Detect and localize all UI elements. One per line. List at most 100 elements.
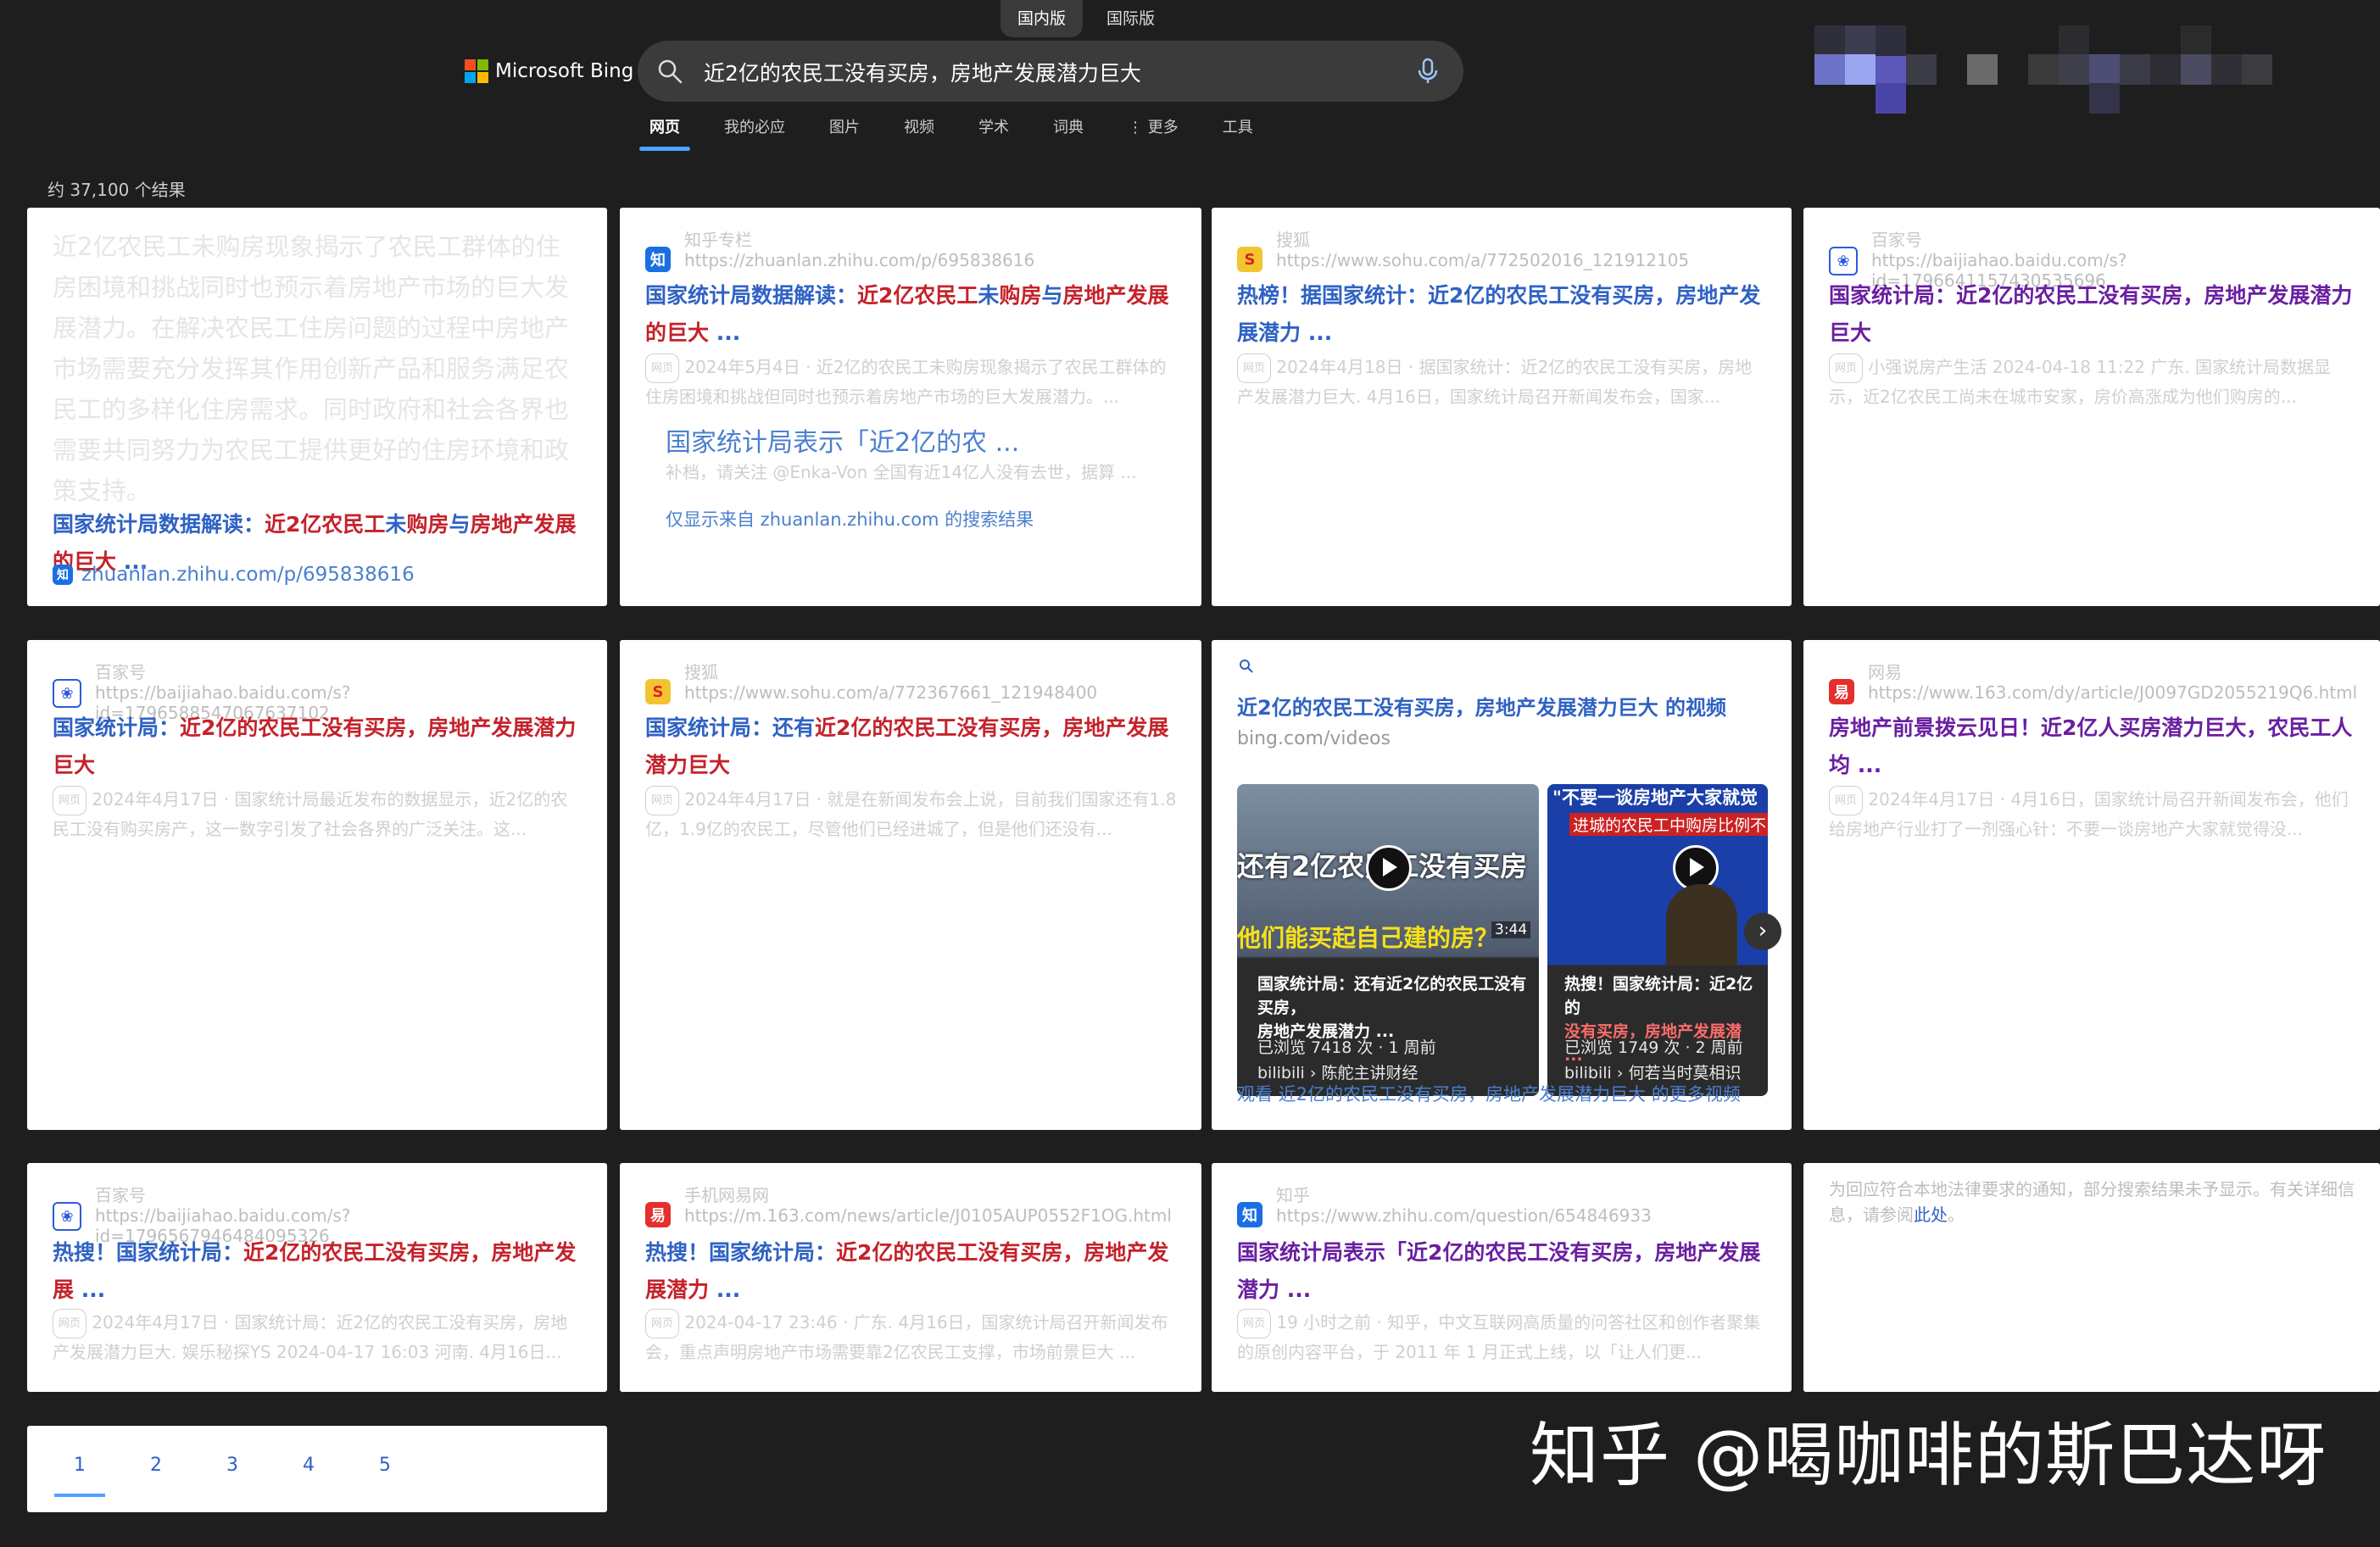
tab-videos[interactable]: 视频 bbox=[882, 109, 956, 154]
page-1[interactable]: 1 bbox=[63, 1455, 97, 1476]
source-url[interactable]: https://zhuanlan.zhihu.com/p/695838616 bbox=[684, 250, 1034, 270]
baidu-paw-icon: ❀ bbox=[53, 1202, 81, 1231]
video-thumbnail-2[interactable]: "不要一谈房地产大家就觉 进城的农民工中购房比例不 热搜！国家统计局：近2亿的没… bbox=[1547, 784, 1768, 1096]
video-thumbnail-1[interactable]: 还有2亿农民工没有买房 他们能买起自己建的房？ 3:44 国家统计局：还有近2亿… bbox=[1237, 784, 1539, 1096]
video-title[interactable]: 国家统计局：还有近2亿的农民工没有买房， 房地产发展潜力 ... bbox=[1257, 972, 1527, 1043]
result-snippet: 网页 2024年4月18日 · 据国家统计：近2亿的农民工没有买房，房地产发展潜… bbox=[1237, 353, 1768, 411]
result-title[interactable]: 热搜！国家统计局：近2亿的农民工没有买房，房地产发展 ... bbox=[53, 1234, 583, 1309]
result-title[interactable]: 国家统计局：近2亿的农民工没有买房，房地产发展潜力巨大 bbox=[53, 710, 583, 784]
video-overlay-text: 他们能买起自己建的房？ bbox=[1237, 924, 1499, 952]
source-name: 搜狐 bbox=[684, 662, 718, 682]
tab-academic[interactable]: 学术 bbox=[956, 109, 1031, 154]
search-scope-tabs: 网页 我的必应 图片 视频 学术 词典 ⋮ 更多 工具 bbox=[627, 109, 1275, 154]
result-title[interactable]: 热搜！国家统计局：近2亿的农民工没有买房，房地产发展潜力 ... bbox=[645, 1234, 1178, 1309]
video-overlay-text: "不要一谈房地产大家就觉 bbox=[1552, 787, 1758, 808]
result-source: 易 网易 https://www.163.com/dy/article/J009… bbox=[1829, 662, 2357, 704]
result-card-1: 近2亿农民工未购房现象揭示了农民工群体的住房困境和挑战同时也预示着房地产市场的巨… bbox=[27, 208, 607, 606]
region-toggle: 国内版 国际版 bbox=[1000, 0, 1172, 39]
result-title[interactable]: 热榜！据国家统计：近2亿的农民工没有买房，房地产发展潜力 ... bbox=[1237, 277, 1768, 352]
source-url[interactable]: https://www.sohu.com/a/772367661_1219484… bbox=[684, 682, 1097, 703]
bing-search-icon bbox=[1240, 659, 1253, 673]
zhihu-watermark: 知乎 @喝咖啡的斯巴达呀 bbox=[1530, 1416, 2327, 1496]
result-snippet: 网页 2024年4月17日 · 4月16日，国家统计局召开新闻发布会，他们给房地… bbox=[1829, 786, 2356, 843]
source-name: 百家号 bbox=[95, 662, 146, 682]
region-tab-domestic[interactable]: 国内版 bbox=[1000, 0, 1084, 37]
result-title[interactable]: 国家统计局表示「近2亿的农民工没有买房，房地产发展潜力 ... bbox=[1237, 1234, 1768, 1309]
play-icon[interactable] bbox=[1366, 845, 1412, 891]
result-snippet: 网页 2024年5月4日 · 近2亿的农民工未购房现象揭示了农民工群体的住房困境… bbox=[645, 353, 1178, 411]
legal-notice: 为回应符合本地法律要求的通知，部分搜索结果未予显示。有关详细信息，请参阅此处。 bbox=[1829, 1179, 2355, 1225]
result-snippet: 网页 2024年4月17日 · 就是在新闻发布会上说，目前我们国家还有1.8亿，… bbox=[645, 786, 1178, 843]
result-snippet: 网页 2024-04-17 23:46 · 广东. 4月16日，国家统计局召开新… bbox=[645, 1309, 1178, 1366]
sohu-icon: S bbox=[1237, 247, 1262, 272]
only-from-site-link[interactable]: 仅显示来自 zhuanlan.zhihu.com 的搜索结果 bbox=[666, 506, 1034, 531]
result-card-10: 易 手机网易网 https://m.163.com/news/article/J… bbox=[620, 1163, 1201, 1392]
result-url-row[interactable]: 知 zhuanlan.zhihu.com/p/695838616 bbox=[53, 564, 415, 586]
source-name: 搜狐 bbox=[1276, 230, 1310, 250]
logo-text: Microsoft Bing bbox=[495, 60, 634, 82]
more-videos-link[interactable]: 观看 近2亿的农民工没有买房，房地产发展潜力巨大 的更多视频 bbox=[1237, 1081, 1741, 1106]
zhihu-icon: 知 bbox=[1237, 1202, 1262, 1227]
tab-tools[interactable]: 工具 bbox=[1201, 109, 1275, 154]
page-3[interactable]: 3 bbox=[215, 1455, 249, 1476]
result-card-6: S 搜狐 https://www.sohu.com/a/772367661_12… bbox=[620, 640, 1201, 1130]
page-5[interactable]: 5 bbox=[368, 1455, 402, 1476]
source-url[interactable]: https://www.163.com/dy/article/J0097GD20… bbox=[1868, 682, 2357, 703]
pagination: 1 2 3 4 5 bbox=[27, 1426, 607, 1512]
result-source: 知 知乎 https://www.zhihu.com/question/6548… bbox=[1237, 1185, 1652, 1227]
tab-images[interactable]: 图片 bbox=[807, 109, 882, 154]
legal-notice-link[interactable]: 此处 bbox=[1914, 1205, 1948, 1225]
microphone-icon[interactable] bbox=[1413, 56, 1443, 86]
result-card-5: ❀ 百家号 https://baijiahao.baidu.com/s?id=1… bbox=[27, 640, 607, 1130]
result-source: S 搜狐 https://www.sohu.com/a/772367661_12… bbox=[645, 662, 1097, 704]
source-url[interactable]: https://m.163.com/news/article/J0105AUP0… bbox=[684, 1205, 1172, 1226]
result-card-2: 知 知乎专栏 https://zhuanlan.zhihu.com/p/6958… bbox=[620, 208, 1201, 606]
carousel-next-button[interactable]: › bbox=[1744, 913, 1781, 950]
result-count: 约 37,100 个结果 bbox=[47, 180, 186, 200]
page-4[interactable]: 4 bbox=[292, 1455, 326, 1476]
source-name: 手机网易网 bbox=[684, 1185, 769, 1205]
result-title[interactable]: 国家统计局：近2亿的农民工没有买房，房地产发展潜力巨大 bbox=[1829, 277, 2356, 352]
source-name: 百家号 bbox=[1871, 230, 1922, 250]
result-url[interactable]: zhuanlan.zhihu.com/p/695838616 bbox=[81, 564, 415, 586]
result-card-3: S 搜狐 https://www.sohu.com/a/772502016_12… bbox=[1212, 208, 1792, 606]
result-snippet: 网页 2024年4月17日 · 国家统计局：近2亿的农民工没有买房，房地产发展潜… bbox=[53, 1309, 583, 1366]
search-box bbox=[638, 41, 1463, 102]
bing-logo[interactable]: Microsoft Bing bbox=[465, 59, 633, 83]
source-name: 网易 bbox=[1868, 662, 1902, 682]
faded-summary-text: 近2亿农民工未购房现象揭示了农民工群体的住房困境和挑战同时也预示着房地产市场的巨… bbox=[53, 232, 570, 505]
sub-result-title[interactable]: 国家统计局表示「近2亿的农 ... bbox=[666, 421, 1019, 459]
search-icon[interactable] bbox=[656, 58, 683, 85]
baidu-paw-icon: ❀ bbox=[53, 679, 81, 708]
source-name: 百家号 bbox=[95, 1185, 146, 1205]
result-title[interactable]: 国家统计局：还有近2亿的农民工没有买房，房地产发展潜力巨大 bbox=[645, 710, 1178, 784]
legal-notice-card: 为回应符合本地法律要求的通知，部分搜索结果未予显示。有关详细信息，请参阅此处。 bbox=[1803, 1163, 2380, 1392]
result-card-8: 易 网易 https://www.163.com/dy/article/J009… bbox=[1803, 640, 2380, 1130]
pixelated-profile-area[interactable] bbox=[1814, 25, 2323, 114]
tab-more[interactable]: ⋮ 更多 bbox=[1106, 109, 1201, 154]
search-input[interactable] bbox=[702, 53, 1367, 92]
video-duration: 3:44 bbox=[1491, 921, 1531, 938]
sohu-icon: S bbox=[645, 679, 671, 704]
video-result-card: 近2亿的农民工没有买房，房地产发展潜力巨大 的视频 bing.com/video… bbox=[1212, 640, 1792, 1130]
region-tab-international[interactable]: 国际版 bbox=[1090, 0, 1172, 37]
top-bar: 国内版 国际版 Microsoft Bing 网页 我的必应 图片 视频 学术 … bbox=[0, 0, 2380, 186]
tab-dictionary[interactable]: 词典 bbox=[1031, 109, 1106, 154]
result-snippet: 网页 小强说房产生活 2024-04-18 11:22 广东. 国家统计局数据显… bbox=[1829, 353, 2356, 411]
source-url[interactable]: https://www.zhihu.com/question/654846933 bbox=[1276, 1205, 1652, 1226]
result-card-4: ❀ 百家号 https://baijiahao.baidu.com/s?id=1… bbox=[1803, 208, 2380, 606]
tab-my-bing[interactable]: 我的必应 bbox=[702, 109, 807, 154]
sub-result-snippet: 补档，请关注 @Enka-Von 全国有近14亿人没有去世，据算 ... bbox=[666, 462, 1137, 482]
result-title[interactable]: 房地产前景拨云见日！近2亿人买房潜力巨大，农民工人均 ... bbox=[1829, 710, 2356, 784]
page-2[interactable]: 2 bbox=[139, 1455, 173, 1476]
result-snippet: 网页 19 小时之前 · 知乎，中文互联网高质量的问答社区和创作者聚集的原创内容… bbox=[1237, 1309, 1768, 1366]
source-name: 知乎专栏 bbox=[684, 230, 752, 250]
tab-web[interactable]: 网页 bbox=[627, 109, 702, 154]
result-title[interactable]: 国家统计局数据解读：近2亿农民工未购房与房地产发展的巨大 ... bbox=[645, 277, 1178, 352]
speaker-figure bbox=[1666, 884, 1737, 965]
video-meta: 已浏览 7418 次 · 1 周前 bilibili › 陈舵主讲财经 bbox=[1257, 1038, 1436, 1082]
video-overlay-text: 进城的农民工中购房比例不 bbox=[1569, 813, 1768, 836]
result-snippet: 网页 2024年4月17日 · 国家统计局最近发布的数据显示，近2亿的农民工没有… bbox=[53, 786, 583, 843]
video-result-title[interactable]: 近2亿的农民工没有买房，房地产发展潜力巨大 的视频 bbox=[1237, 689, 1768, 726]
source-url[interactable]: https://www.sohu.com/a/772502016_1219121… bbox=[1276, 250, 1689, 270]
